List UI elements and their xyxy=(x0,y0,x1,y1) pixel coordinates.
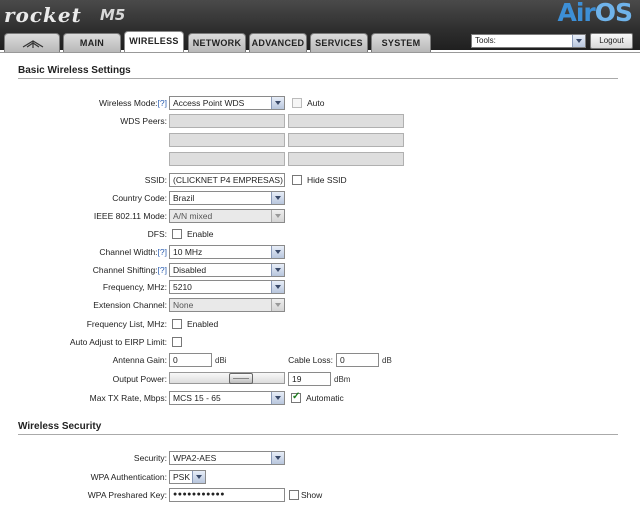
tab-main[interactable]: MAIN xyxy=(63,33,121,52)
channel-shifting-help-link[interactable]: [?] xyxy=(158,265,167,275)
output-power-input[interactable]: 19 xyxy=(288,372,331,386)
tab-advanced[interactable]: ADVANCED xyxy=(249,33,307,52)
frequency-list-label: Frequency List, MHz: xyxy=(86,319,167,329)
output-power-slider-handle[interactable] xyxy=(229,373,253,384)
rocket-logo: rocket xyxy=(4,3,82,27)
frequency-select[interactable]: 5210 xyxy=(169,280,285,294)
cable-loss-input[interactable]: 0 xyxy=(336,353,379,367)
logout-button[interactable]: Logout xyxy=(590,33,633,49)
extension-channel-select[interactable]: None xyxy=(169,298,285,312)
channel-width-help-link[interactable]: [?] xyxy=(158,247,167,257)
tab-services[interactable]: SERVICES xyxy=(310,33,368,52)
eirp-checkbox[interactable] xyxy=(172,337,182,347)
wds-peer-input[interactable] xyxy=(169,152,285,166)
wds-peer-input[interactable] xyxy=(169,133,285,147)
basic-wireless-title: Basic Wireless Settings xyxy=(18,65,131,76)
chevron-down-icon xyxy=(271,192,284,204)
security-label: Security: xyxy=(133,453,167,463)
dfs-checkbox[interactable] xyxy=(172,229,182,239)
wpa-key-input[interactable]: ●●●●●●●●●●● xyxy=(169,488,285,502)
frequency-list-enabled-label: Enabled xyxy=(187,319,219,329)
ssid-input[interactable]: (CLICKNET P4 EMPRESAS) xyxy=(169,173,285,187)
tab-wireless[interactable]: WIRELESS xyxy=(124,31,184,52)
chevron-down-icon xyxy=(271,264,284,276)
chevron-down-icon xyxy=(271,246,284,258)
chevron-down-icon xyxy=(271,97,284,109)
ssid-label: SSID: xyxy=(144,175,167,185)
wireless-security-title: Wireless Security xyxy=(18,421,102,432)
ieee-mode-select[interactable]: A/N mixed xyxy=(169,209,285,223)
chevron-down-icon xyxy=(192,471,205,483)
chevron-down-icon xyxy=(271,452,284,464)
antenna-gain-label: Antenna Gain: xyxy=(112,355,167,365)
wpa-authentication-select[interactable]: PSK xyxy=(169,470,206,484)
hide-ssid-label: Hide SSID xyxy=(307,175,347,185)
channel-shifting-select[interactable]: Disabled xyxy=(169,263,285,277)
antenna-gain-unit: dBi xyxy=(215,356,227,365)
output-power-slider[interactable] xyxy=(169,372,285,384)
dfs-enable-label: Enable xyxy=(187,229,214,239)
ieee-mode-label: IEEE 802.11 Mode: xyxy=(93,211,167,221)
auto-checkbox[interactable] xyxy=(292,98,302,108)
wds-peer-input[interactable] xyxy=(288,114,404,128)
wds-peer-input[interactable] xyxy=(288,133,404,147)
ubiquiti-icon xyxy=(22,40,44,48)
max-tx-rate-label: Max TX Rate, Mbps: xyxy=(89,393,167,403)
show-key-label: Show xyxy=(301,490,323,500)
cable-loss-label: Cable Loss: xyxy=(288,355,333,365)
cable-loss-unit: dB xyxy=(382,356,392,365)
automatic-checkbox[interactable] xyxy=(291,391,301,403)
output-power-unit: dBm xyxy=(334,375,351,384)
wds-peer-input[interactable] xyxy=(169,114,285,128)
auto-label: Auto xyxy=(307,98,325,108)
channel-shifting-label: Channel Shifting:[?] xyxy=(92,265,167,275)
antenna-gain-input[interactable]: 0 xyxy=(169,353,212,367)
wireless-mode-label: Wireless Mode:[?] xyxy=(98,98,167,108)
channel-width-label: Channel Width:[?] xyxy=(99,247,167,257)
output-power-label: Output Power: xyxy=(112,374,167,384)
model-label: M5 xyxy=(100,6,126,24)
ubiquiti-logo-tab[interactable] xyxy=(4,33,60,52)
country-code-select[interactable]: Brazil xyxy=(169,191,285,205)
chevron-down-icon xyxy=(271,281,284,293)
section-divider xyxy=(18,434,618,435)
hide-ssid-checkbox[interactable] xyxy=(292,175,302,185)
chevron-down-icon xyxy=(271,299,284,311)
wds-peers-label: WDS Peers: xyxy=(120,116,167,126)
frequency-list-checkbox[interactable] xyxy=(172,319,182,329)
country-code-label: Country Code: xyxy=(112,193,167,203)
automatic-label: Automatic xyxy=(306,393,344,403)
eirp-label: Auto Adjust to EIRP Limit: xyxy=(69,337,167,347)
extension-channel-label: Extension Channel: xyxy=(93,300,167,310)
dfs-label: DFS: xyxy=(147,229,167,239)
wds-peer-input[interactable] xyxy=(288,152,404,166)
airos-logo: AirOS xyxy=(557,0,633,27)
wireless-mode-help-link[interactable]: [?] xyxy=(158,98,167,108)
wireless-mode-select[interactable]: Access Point WDS xyxy=(169,96,285,110)
chevron-down-icon xyxy=(271,392,284,404)
section-divider xyxy=(18,78,618,79)
chevron-down-icon xyxy=(271,210,284,222)
chevron-down-icon xyxy=(572,35,585,47)
channel-width-select[interactable]: 10 MHz xyxy=(169,245,285,259)
frequency-label: Frequency, MHz: xyxy=(102,282,167,292)
tab-system[interactable]: SYSTEM xyxy=(371,33,431,52)
wireless-settings-page: Basic Wireless Settings Wireless Mode:[?… xyxy=(0,52,640,508)
show-key-checkbox[interactable] xyxy=(289,490,299,500)
wpa-authentication-label: WPA Authentication: xyxy=(90,472,167,482)
tab-network[interactable]: NETWORK xyxy=(188,33,246,52)
tools-dropdown[interactable]: Tools: xyxy=(471,34,586,48)
max-tx-rate-select[interactable]: MCS 15 - 65 xyxy=(169,391,285,405)
security-select[interactable]: WPA2-AES xyxy=(169,451,285,465)
wpa-key-label: WPA Preshared Key: xyxy=(87,490,167,500)
